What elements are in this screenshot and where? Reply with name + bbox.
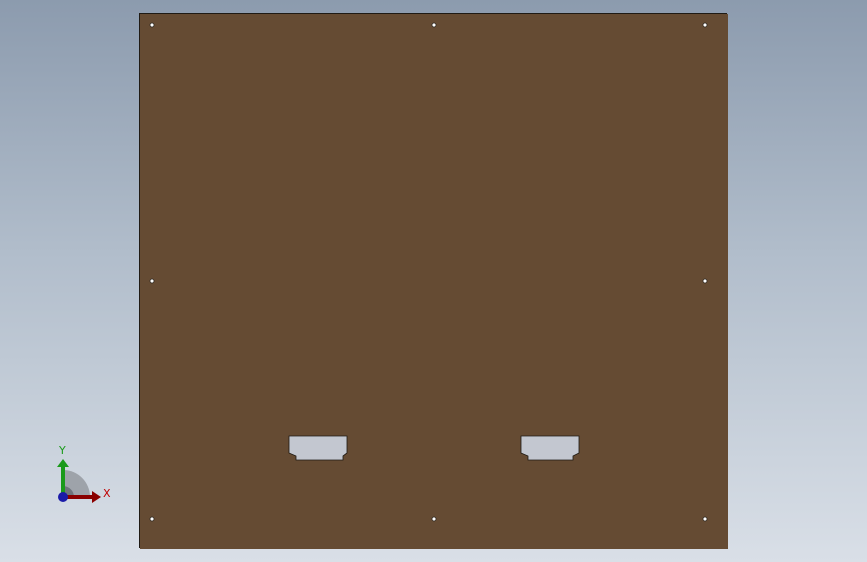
mounting-hole[interactable] [431, 516, 437, 522]
graphics-viewport[interactable]: Y X [0, 0, 867, 562]
rectangular-cutout-left[interactable] [288, 435, 348, 461]
coordinate-triad: Y X [57, 444, 111, 503]
z-axis-origin [58, 492, 68, 502]
mounting-hole[interactable] [702, 278, 708, 284]
plate-face[interactable] [140, 14, 728, 549]
mounting-hole[interactable] [702, 22, 708, 28]
rectangular-cutout-right[interactable] [520, 435, 580, 461]
mounting-hole[interactable] [149, 516, 155, 522]
plate-part[interactable] [139, 13, 728, 549]
mounting-hole[interactable] [149, 22, 155, 28]
mounting-hole[interactable] [702, 516, 708, 522]
x-axis-label: X [103, 487, 111, 500]
mounting-hole[interactable] [149, 278, 155, 284]
mounting-hole[interactable] [431, 22, 437, 28]
y-axis-label: Y [58, 444, 66, 457]
